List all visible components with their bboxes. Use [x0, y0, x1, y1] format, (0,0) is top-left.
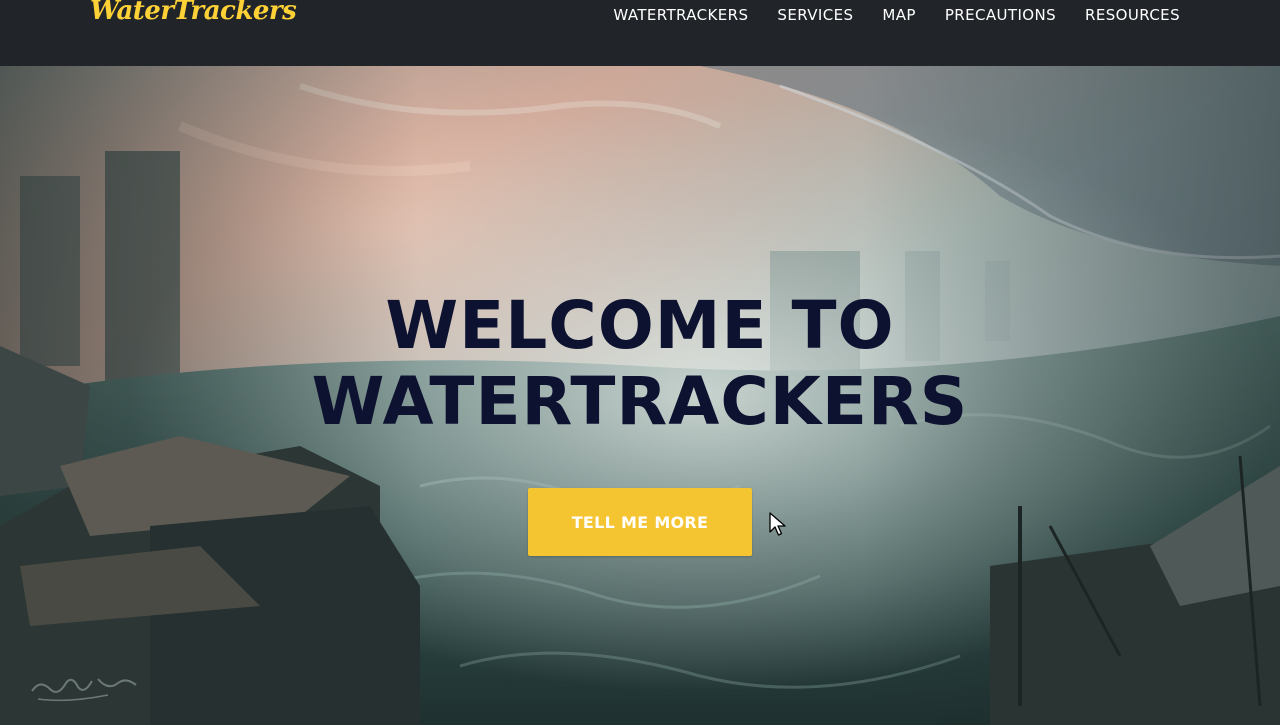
nav-item-precautions: PRECAUTIONS	[945, 5, 1056, 24]
nav-link-precautions[interactable]: PRECAUTIONS	[945, 6, 1056, 24]
nav-link-watertrackers[interactable]: WATERTRACKERS	[613, 6, 748, 24]
nav-link-map[interactable]: MAP	[882, 6, 915, 24]
navbar: WaterTrackers WATERTRACKERS SERVICES MAP…	[0, 0, 1280, 66]
nav-item-resources: RESOURCES	[1085, 5, 1180, 24]
nav-link-resources[interactable]: RESOURCES	[1085, 6, 1180, 24]
hero-masthead: WELCOME TO WATERTRACKERS TELL ME MORE	[0, 66, 1280, 725]
hero-heading-line1: WELCOME TO	[385, 287, 895, 364]
nav-item-services: SERVICES	[777, 5, 853, 24]
nav-item-map: MAP	[882, 5, 915, 24]
artist-signature	[31, 678, 137, 702]
brand-logo[interactable]: WaterTrackers	[90, 0, 297, 26]
nav-link-services[interactable]: SERVICES	[777, 6, 853, 24]
mouse-pointer-icon	[769, 512, 786, 536]
hero-heading-line2: WATERTRACKERS	[311, 363, 969, 440]
hero-heading: WELCOME TO WATERTRACKERS	[0, 288, 1280, 440]
nav-menu: WATERTRACKERS SERVICES MAP PRECAUTIONS R…	[584, 5, 1180, 24]
nav-item-watertrackers: WATERTRACKERS	[613, 5, 748, 24]
tell-me-more-button[interactable]: TELL ME MORE	[528, 488, 752, 556]
